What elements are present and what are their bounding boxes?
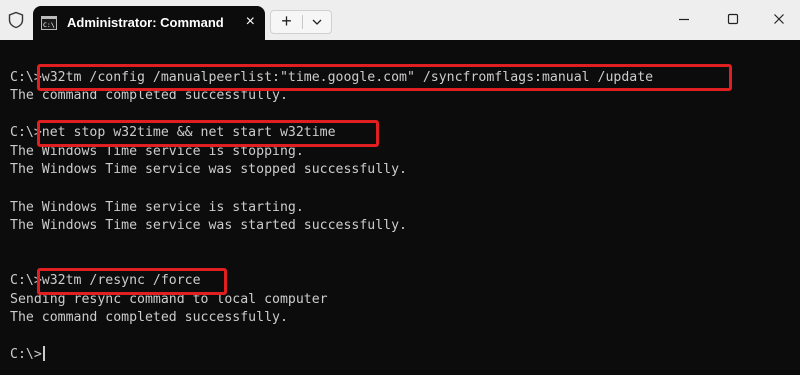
shield-icon bbox=[8, 11, 24, 29]
output-line: The Windows Time service was stopped suc… bbox=[10, 162, 407, 177]
tab-command-prompt[interactable]: C:\ Administrator: Command Pro × bbox=[33, 6, 265, 40]
new-tab-button[interactable]: + bbox=[271, 11, 302, 33]
new-tab-group: + bbox=[270, 10, 332, 34]
command-highlight bbox=[37, 268, 227, 295]
command-highlight bbox=[37, 120, 379, 147]
output-line: The command completed successfully. bbox=[10, 310, 288, 325]
output-line: The Windows Time service was started suc… bbox=[10, 218, 407, 233]
cmd-icon: C:\ bbox=[41, 16, 57, 30]
chevron-down-icon[interactable] bbox=[303, 11, 331, 33]
title-bar: C:\ Administrator: Command Pro × + bbox=[0, 0, 800, 40]
output-line: The Windows Time service is starting. bbox=[10, 200, 304, 215]
terminal-window: C:\ Administrator: Command Pro × + C:\>w… bbox=[0, 0, 800, 375]
text-cursor bbox=[42, 346, 45, 361]
terminal-output[interactable]: C:\>w32tm /config /manualpeerlist:"time.… bbox=[0, 40, 800, 375]
prompt-text: C:\> bbox=[10, 347, 42, 362]
command-highlight bbox=[37, 64, 732, 91]
svg-text:C:\: C:\ bbox=[43, 21, 55, 29]
window-close-icon[interactable] bbox=[759, 7, 799, 33]
minimize-icon[interactable] bbox=[664, 7, 704, 33]
prompt-line[interactable]: C:\> bbox=[10, 346, 45, 364]
tab-title: Administrator: Command Pro bbox=[67, 15, 225, 30]
maximize-icon[interactable] bbox=[713, 7, 753, 33]
close-icon[interactable]: × bbox=[246, 14, 255, 30]
